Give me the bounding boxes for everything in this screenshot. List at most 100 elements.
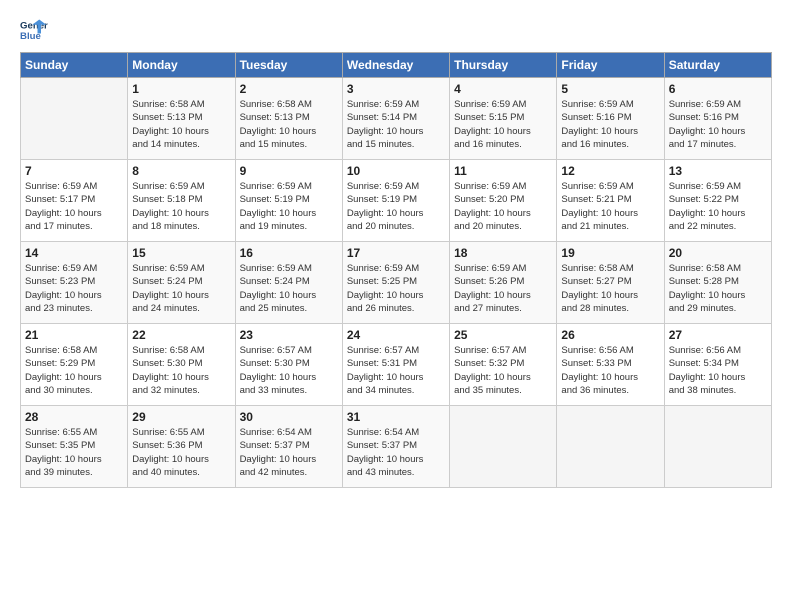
day-info: Sunrise: 6:57 AMSunset: 5:30 PMDaylight:… xyxy=(240,344,338,397)
calendar-cell: 4 Sunrise: 6:59 AMSunset: 5:15 PMDaylight… xyxy=(450,78,557,160)
day-number: 19 xyxy=(561,246,659,260)
calendar-cell: 21 Sunrise: 6:58 AMSunset: 5:29 PMDayligh… xyxy=(21,324,128,406)
calendar-cell: 19 Sunrise: 6:58 AMSunset: 5:27 PMDayligh… xyxy=(557,242,664,324)
day-info: Sunrise: 6:59 AMSunset: 5:24 PMDaylight:… xyxy=(132,262,230,315)
logo: General Blue xyxy=(20,16,48,44)
calendar-week-2: 7 Sunrise: 6:59 AMSunset: 5:17 PMDaylight… xyxy=(21,160,772,242)
calendar-cell: 30Sunrise: 6:54 AMSunset: 5:37 PMDayligh… xyxy=(235,406,342,488)
calendar-cell: 11 Sunrise: 6:59 AMSunset: 5:20 PMDayligh… xyxy=(450,160,557,242)
day-info: Sunrise: 6:54 AMSunset: 5:37 PMDaylight:… xyxy=(347,426,445,479)
calendar-cell: 7 Sunrise: 6:59 AMSunset: 5:17 PMDaylight… xyxy=(21,160,128,242)
day-number: 11 xyxy=(454,164,552,178)
day-number: 3 xyxy=(347,82,445,96)
day-number: 21 xyxy=(25,328,123,342)
day-info: Sunrise: 6:57 AMSunset: 5:32 PMDaylight:… xyxy=(454,344,552,397)
day-number: 28 xyxy=(25,410,123,424)
calendar-cell: 22 Sunrise: 6:58 AMSunset: 5:30 PMDayligh… xyxy=(128,324,235,406)
calendar-cell: 31 Sunrise: 6:54 AMSunset: 5:37 PMDayligh… xyxy=(342,406,449,488)
day-number: 27 xyxy=(669,328,767,342)
day-number: 15 xyxy=(132,246,230,260)
calendar-cell: 14 Sunrise: 6:59 AMSunset: 5:23 PMDayligh… xyxy=(21,242,128,324)
day-info: Sunrise: 6:54 AMSunset: 5:37 PMDaylight:… xyxy=(240,426,338,479)
calendar-header-row: SundayMondayTuesdayWednesdayThursdayFrid… xyxy=(21,53,772,78)
day-number: 31 xyxy=(347,410,445,424)
calendar-cell: 10 Sunrise: 6:59 AMSunset: 5:19 PMDayligh… xyxy=(342,160,449,242)
day-number: 25 xyxy=(454,328,552,342)
calendar-cell: 29Sunrise: 6:55 AMSunset: 5:36 PMDayligh… xyxy=(128,406,235,488)
weekday-header-thursday: Thursday xyxy=(450,53,557,78)
calendar-week-3: 14 Sunrise: 6:59 AMSunset: 5:23 PMDayligh… xyxy=(21,242,772,324)
calendar-week-5: 28Sunrise: 6:55 AMSunset: 5:35 PMDayligh… xyxy=(21,406,772,488)
day-number: 14 xyxy=(25,246,123,260)
weekday-header-tuesday: Tuesday xyxy=(235,53,342,78)
day-info: Sunrise: 6:59 AMSunset: 5:19 PMDaylight:… xyxy=(240,180,338,233)
day-info: Sunrise: 6:59 AMSunset: 5:19 PMDaylight:… xyxy=(347,180,445,233)
calendar-cell xyxy=(557,406,664,488)
day-number: 16 xyxy=(240,246,338,260)
calendar-cell: 12 Sunrise: 6:59 AMSunset: 5:21 PMDayligh… xyxy=(557,160,664,242)
day-info: Sunrise: 6:59 AMSunset: 5:14 PMDaylight:… xyxy=(347,98,445,151)
day-info: Sunrise: 6:59 AMSunset: 5:20 PMDaylight:… xyxy=(454,180,552,233)
calendar-cell: 25 Sunrise: 6:57 AMSunset: 5:32 PMDayligh… xyxy=(450,324,557,406)
day-number: 22 xyxy=(132,328,230,342)
calendar-cell xyxy=(450,406,557,488)
day-info: Sunrise: 6:58 AMSunset: 5:29 PMDaylight:… xyxy=(25,344,123,397)
calendar-week-1: 1Sunrise: 6:58 AMSunset: 5:13 PMDaylight… xyxy=(21,78,772,160)
day-number: 29 xyxy=(132,410,230,424)
day-info: Sunrise: 6:59 AMSunset: 5:15 PMDaylight:… xyxy=(454,98,552,151)
weekday-header-sunday: Sunday xyxy=(21,53,128,78)
weekday-header-monday: Monday xyxy=(128,53,235,78)
calendar-cell: 3 Sunrise: 6:59 AMSunset: 5:14 PMDaylight… xyxy=(342,78,449,160)
svg-text:General: General xyxy=(20,20,48,31)
day-info: Sunrise: 6:59 AMSunset: 5:25 PMDaylight:… xyxy=(347,262,445,315)
calendar-cell: 28Sunrise: 6:55 AMSunset: 5:35 PMDayligh… xyxy=(21,406,128,488)
day-info: Sunrise: 6:59 AMSunset: 5:16 PMDaylight:… xyxy=(669,98,767,151)
day-info: Sunrise: 6:59 AMSunset: 5:26 PMDaylight:… xyxy=(454,262,552,315)
calendar-cell: 24 Sunrise: 6:57 AMSunset: 5:31 PMDayligh… xyxy=(342,324,449,406)
calendar-cell: 2 Sunrise: 6:58 AMSunset: 5:13 PMDaylight… xyxy=(235,78,342,160)
day-number: 9 xyxy=(240,164,338,178)
day-info: Sunrise: 6:59 AMSunset: 5:17 PMDaylight:… xyxy=(25,180,123,233)
calendar-cell: 26Sunrise: 6:56 AMSunset: 5:33 PMDayligh… xyxy=(557,324,664,406)
calendar-cell: 13 Sunrise: 6:59 AMSunset: 5:22 PMDayligh… xyxy=(664,160,771,242)
day-number: 13 xyxy=(669,164,767,178)
day-info: Sunrise: 6:58 AMSunset: 5:30 PMDaylight:… xyxy=(132,344,230,397)
header: General Blue xyxy=(20,16,772,44)
day-number: 2 xyxy=(240,82,338,96)
calendar-table: SundayMondayTuesdayWednesdayThursdayFrid… xyxy=(20,52,772,488)
calendar-cell: 15 Sunrise: 6:59 AMSunset: 5:24 PMDayligh… xyxy=(128,242,235,324)
calendar-cell: 1Sunrise: 6:58 AMSunset: 5:13 PMDaylight… xyxy=(128,78,235,160)
day-number: 12 xyxy=(561,164,659,178)
day-number: 20 xyxy=(669,246,767,260)
logo-icon: General Blue xyxy=(20,16,48,44)
calendar-cell: 9 Sunrise: 6:59 AMSunset: 5:19 PMDaylight… xyxy=(235,160,342,242)
calendar-cell: 5 Sunrise: 6:59 AMSunset: 5:16 PMDaylight… xyxy=(557,78,664,160)
day-info: Sunrise: 6:59 AMSunset: 5:21 PMDaylight:… xyxy=(561,180,659,233)
calendar-cell: 18 Sunrise: 6:59 AMSunset: 5:26 PMDayligh… xyxy=(450,242,557,324)
day-info: Sunrise: 6:59 AMSunset: 5:16 PMDaylight:… xyxy=(561,98,659,151)
day-info: Sunrise: 6:59 AMSunset: 5:22 PMDaylight:… xyxy=(669,180,767,233)
calendar-cell: 6 Sunrise: 6:59 AMSunset: 5:16 PMDaylight… xyxy=(664,78,771,160)
day-info: Sunrise: 6:59 AMSunset: 5:18 PMDaylight:… xyxy=(132,180,230,233)
day-number: 7 xyxy=(25,164,123,178)
day-info: Sunrise: 6:58 AMSunset: 5:13 PMDaylight:… xyxy=(240,98,338,151)
day-number: 6 xyxy=(669,82,767,96)
day-number: 4 xyxy=(454,82,552,96)
day-info: Sunrise: 6:58 AMSunset: 5:13 PMDaylight:… xyxy=(132,98,230,151)
day-number: 24 xyxy=(347,328,445,342)
day-info: Sunrise: 6:58 AMSunset: 5:28 PMDaylight:… xyxy=(669,262,767,315)
day-info: Sunrise: 6:57 AMSunset: 5:31 PMDaylight:… xyxy=(347,344,445,397)
day-number: 18 xyxy=(454,246,552,260)
page-container: General Blue SundayMondayTuesdayWednesda… xyxy=(0,0,792,498)
weekday-header-friday: Friday xyxy=(557,53,664,78)
day-number: 5 xyxy=(561,82,659,96)
calendar-cell: 17Sunrise: 6:59 AMSunset: 5:25 PMDayligh… xyxy=(342,242,449,324)
day-info: Sunrise: 6:59 AMSunset: 5:23 PMDaylight:… xyxy=(25,262,123,315)
day-info: Sunrise: 6:58 AMSunset: 5:27 PMDaylight:… xyxy=(561,262,659,315)
weekday-header-saturday: Saturday xyxy=(664,53,771,78)
calendar-cell xyxy=(664,406,771,488)
day-number: 26 xyxy=(561,328,659,342)
day-number: 10 xyxy=(347,164,445,178)
calendar-cell: 20 Sunrise: 6:58 AMSunset: 5:28 PMDayligh… xyxy=(664,242,771,324)
day-info: Sunrise: 6:59 AMSunset: 5:24 PMDaylight:… xyxy=(240,262,338,315)
